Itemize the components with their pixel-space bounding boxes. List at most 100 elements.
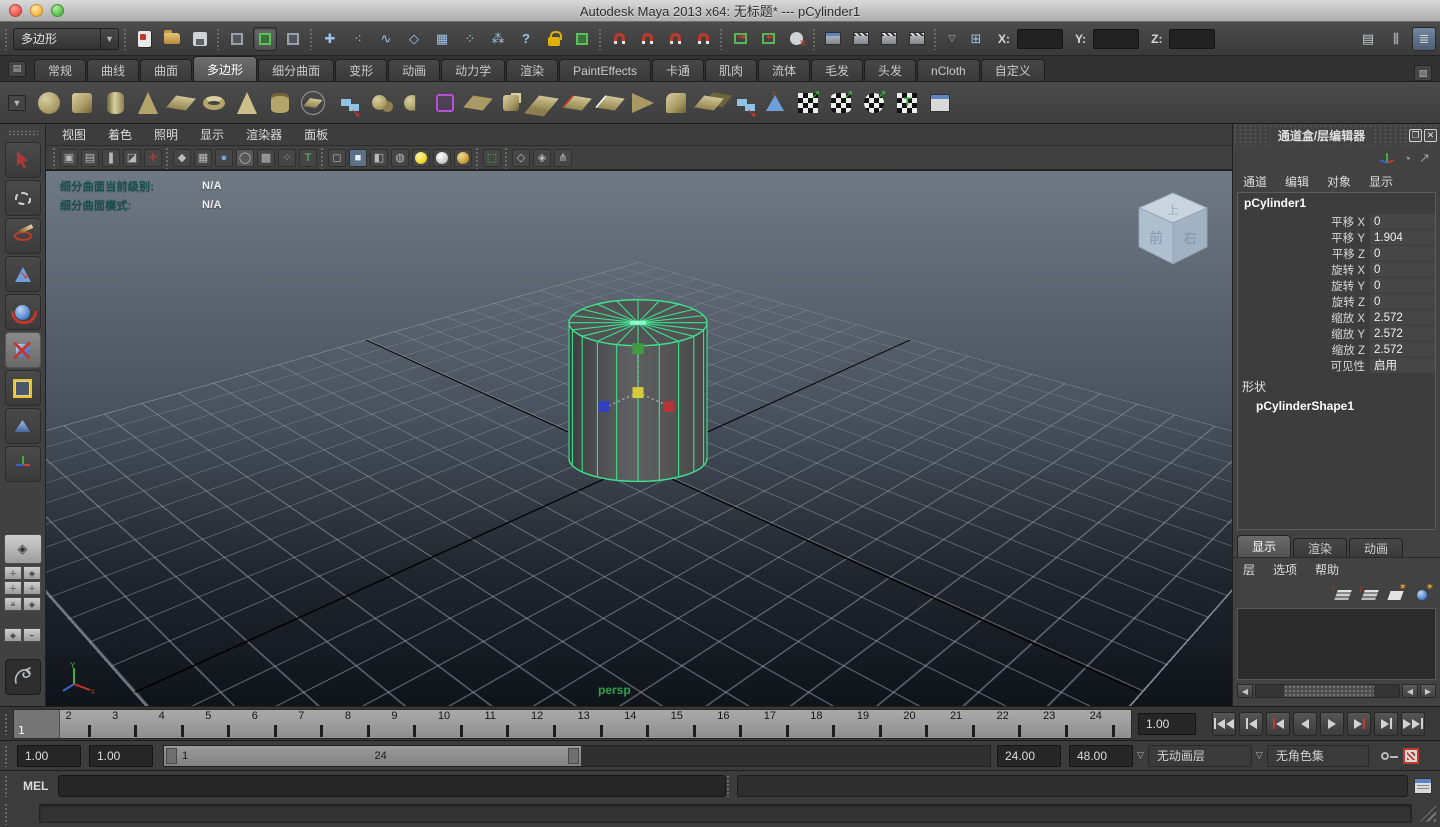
film-gate-icon[interactable]: ▦ — [194, 148, 212, 167]
drag-grip[interactable] — [4, 27, 9, 50]
shelf-item-poly-cube[interactable] — [67, 88, 97, 118]
snap-dots-button[interactable]: ⁘ — [458, 27, 482, 51]
shelf-tab[interactable]: 变形 — [335, 59, 388, 81]
image-plane-icon[interactable]: ◪ — [123, 148, 141, 167]
wireframe-on-shaded-icon[interactable]: ◧ — [370, 148, 388, 167]
output-connections-button[interactable] — [756, 27, 780, 51]
animation-start-field[interactable]: 1.00 — [17, 744, 81, 767]
show-manipulator-button[interactable]: ⊞ — [966, 27, 986, 51]
scroll-left-icon[interactable]: ◀ — [1237, 684, 1253, 698]
input-connections-button[interactable] — [728, 27, 752, 51]
shelf-item-boolean-difference[interactable] — [397, 88, 427, 118]
shelf-item-bridge[interactable] — [529, 88, 559, 118]
shelf-item-poly-pipe[interactable] — [265, 88, 295, 118]
snap-lattice-button[interactable]: ▦ — [430, 27, 454, 51]
show-manipulator-tool[interactable] — [4, 446, 41, 482]
shape-node-name[interactable]: pCylinderShape1 — [1238, 397, 1435, 415]
isolate-select-icon[interactable]: ◆ — [173, 148, 191, 167]
shelf-tab-active[interactable]: 多边形 — [193, 56, 258, 81]
drag-grip[interactable] — [4, 712, 9, 735]
render-current-frame-button[interactable] — [849, 27, 873, 51]
speed-dial-icon[interactable]: ◔ — [1403, 151, 1411, 166]
all-lights-icon[interactable] — [433, 148, 451, 167]
persp-outliner-layout-button[interactable]: ◈ — [23, 566, 41, 580]
shelf-item-poly-pyramid[interactable] — [232, 88, 262, 118]
current-frame-indicator[interactable]: 1 — [14, 709, 60, 738]
dragon-layout-button[interactable] — [4, 659, 41, 695]
minimize-window-button[interactable] — [30, 4, 43, 17]
snap-to-points-button[interactable] — [663, 27, 687, 51]
graph-layout-button[interactable]: ◈ — [4, 628, 22, 642]
universal-manipulator-tool[interactable] — [4, 370, 41, 406]
menu-options[interactable]: 选项 — [1273, 561, 1297, 578]
drag-grip[interactable] — [719, 27, 724, 50]
scale-tool[interactable] — [4, 332, 41, 368]
shelf-tab[interactable]: 毛发 — [811, 59, 864, 81]
shelf-tab[interactable]: 卡通 — [651, 59, 704, 81]
shelf-item-poly-cylinder[interactable] — [100, 88, 130, 118]
resize-grip-icon[interactable] — [1420, 805, 1436, 822]
create-empty-layer-icon[interactable]: ✶ — [1387, 582, 1407, 600]
shelf-item-split-polygon[interactable] — [595, 88, 625, 118]
close-panel-icon[interactable]: ✕ — [1424, 128, 1437, 142]
snap-planes-button[interactable]: ◇ — [402, 27, 426, 51]
select-tool[interactable] — [4, 142, 41, 178]
move-layer-down-icon[interactable]: ↓ — [1358, 583, 1379, 600]
drag-grip[interactable] — [726, 774, 732, 797]
scroll-right-icon[interactable]: ▶ — [1420, 684, 1436, 698]
drag-grip[interactable] — [216, 27, 221, 50]
drag-grip[interactable] — [475, 146, 480, 169]
shelf-tab[interactable]: 动画 — [388, 59, 441, 81]
xray-joints-mode-icon[interactable]: ◈ — [533, 148, 551, 167]
viewport-3d[interactable]: 上 前 右 细分曲面当前级别: N/A 细分曲面模式: N/A persp Y … — [46, 170, 1232, 706]
move-tool[interactable] — [4, 256, 41, 292]
split-pane-layout-button[interactable]: ＋ — [23, 581, 41, 595]
menu-edit[interactable]: 编辑 — [1285, 173, 1309, 190]
textured-mode-icon[interactable]: ◍ — [391, 148, 409, 167]
shelf-tab[interactable]: 渲染 — [506, 59, 559, 81]
construction-history-button[interactable] — [784, 27, 808, 51]
select-object-button[interactable] — [253, 26, 277, 51]
menu-view[interactable]: 视图 — [62, 126, 86, 143]
select-hierarchy-button[interactable] — [225, 27, 249, 51]
titlebar[interactable]: Autodesk Maya 2013 x64: 无标题* --- pCylind… — [0, 0, 1440, 22]
current-time-field[interactable]: 1.00 — [1138, 712, 1196, 735]
shelf-item-boolean-union[interactable] — [364, 88, 394, 118]
snap-help-button[interactable]: ? — [514, 27, 538, 51]
step-forward-key-button[interactable] — [1347, 711, 1371, 736]
shelf-item-reduce[interactable] — [463, 88, 493, 118]
menu-layers[interactable]: 层 — [1243, 561, 1255, 578]
drag-grip[interactable] — [4, 744, 9, 767]
paint-selection-tool[interactable] — [4, 218, 41, 254]
snap-to-curves-button[interactable] — [635, 27, 659, 51]
drag-grip[interactable] — [52, 146, 57, 169]
chevron-down-icon[interactable]: ▽ — [1137, 750, 1144, 761]
hypergraph-layout-button[interactable]: ⌁ — [23, 628, 41, 642]
camera-attributes-icon[interactable]: ▤ — [81, 148, 99, 167]
shelf-item-poly-cone[interactable] — [133, 88, 163, 118]
shelf-item-automatic-mapping[interactable] — [892, 88, 922, 118]
soft-modification-tool[interactable] — [4, 408, 41, 444]
drag-grip[interactable] — [123, 27, 128, 50]
new-scene-button[interactable] — [132, 27, 156, 51]
shelf-item-planar-mapping[interactable] — [793, 87, 823, 118]
exposure-share-icon[interactable]: ⋔ — [554, 148, 572, 167]
snap-to-grid-button[interactable] — [607, 27, 631, 51]
safe-title-icon[interactable]: T — [299, 148, 317, 167]
highlight-selection-mode-icon[interactable]: ⬚ — [483, 148, 501, 167]
drag-grip[interactable] — [7, 130, 38, 136]
lasso-tool[interactable] — [4, 180, 41, 216]
range-slider-track[interactable]: 1 24 — [163, 744, 991, 767]
animation-end-field[interactable]: 48.00 — [1069, 744, 1133, 767]
shelf-item-uv-editor[interactable] — [925, 88, 955, 118]
drag-grip[interactable] — [4, 774, 9, 797]
shelf-tab[interactable]: 自定义 — [980, 59, 1045, 81]
shelf-item-separate[interactable] — [727, 88, 757, 118]
pan-zoom-icon[interactable]: ✛ — [144, 148, 162, 167]
save-scene-button[interactable] — [188, 27, 212, 51]
xray-mode-icon[interactable]: ◇ — [512, 148, 530, 167]
step-back-frame-button[interactable] — [1239, 711, 1263, 736]
menu-renderer[interactable]: 渲染器 — [246, 126, 282, 143]
step-forward-frame-button[interactable] — [1374, 711, 1398, 736]
shelf-item-poly-platonic[interactable] — [298, 88, 328, 118]
